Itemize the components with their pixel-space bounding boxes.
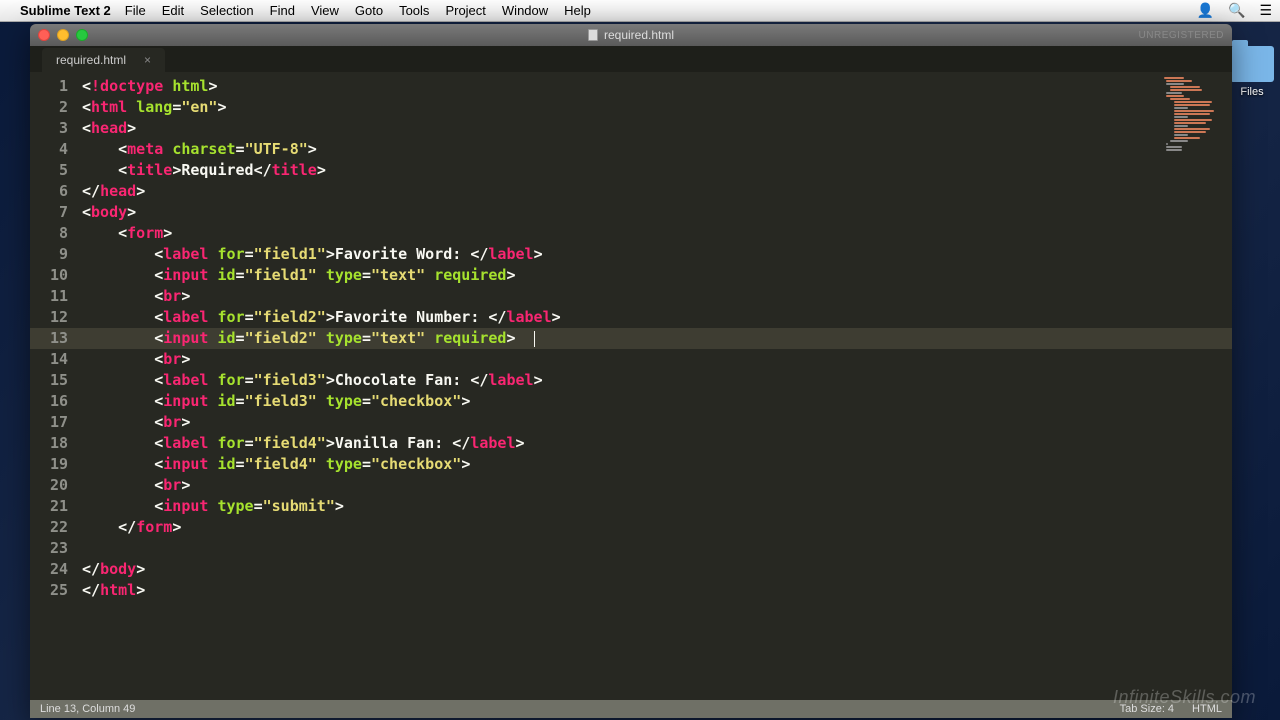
line-number: 4	[30, 139, 82, 160]
folder-label: Files	[1230, 86, 1274, 98]
line-number: 13	[30, 328, 82, 349]
code-line[interactable]: <meta charset="UTF-8">	[82, 139, 1232, 160]
menu-view[interactable]: View	[311, 3, 339, 18]
window-titlebar[interactable]: required.html UNREGISTERED	[30, 24, 1232, 46]
code-line[interactable]: <br>	[82, 412, 1232, 433]
folder-icon	[1230, 46, 1274, 82]
menu-edit[interactable]: Edit	[162, 3, 184, 18]
code-line[interactable]: </body>	[82, 559, 1232, 580]
menu-project[interactable]: Project	[445, 3, 485, 18]
spotlight-icon[interactable]: 🔍	[1228, 2, 1245, 19]
minimize-window-icon[interactable]	[57, 29, 69, 41]
tab-label: required.html	[56, 53, 126, 67]
menu-help[interactable]: Help	[564, 3, 591, 18]
line-number: 9	[30, 244, 82, 265]
notifications-icon[interactable]: ☰	[1259, 2, 1272, 19]
line-number: 15	[30, 370, 82, 391]
close-window-icon[interactable]	[38, 29, 50, 41]
line-number: 25	[30, 580, 82, 601]
line-number: 17	[30, 412, 82, 433]
line-number: 20	[30, 475, 82, 496]
app-name[interactable]: Sublime Text 2	[20, 3, 111, 18]
code-line[interactable]: <title>Required</title>	[82, 160, 1232, 181]
editor-window: required.html UNREGISTERED required.html…	[30, 24, 1232, 718]
code-line[interactable]: <!doctype html>	[82, 76, 1232, 97]
code-line[interactable]: <form>	[82, 223, 1232, 244]
code-line[interactable]: </form>	[82, 517, 1232, 538]
code-line[interactable]: <input id="field3" type="checkbox">	[82, 391, 1232, 412]
line-number: 2	[30, 97, 82, 118]
code-content[interactable]: <!doctype html><html lang="en"><head> <m…	[82, 72, 1232, 700]
line-number: 6	[30, 181, 82, 202]
line-number: 7	[30, 202, 82, 223]
code-line[interactable]: <br>	[82, 349, 1232, 370]
code-line[interactable]: <br>	[82, 286, 1232, 307]
line-number: 19	[30, 454, 82, 475]
code-line[interactable]: <input id="field2" type="text" required>	[82, 328, 1232, 349]
menu-selection[interactable]: Selection	[200, 3, 253, 18]
line-number: 21	[30, 496, 82, 517]
line-number: 16	[30, 391, 82, 412]
menu-tools[interactable]: Tools	[399, 3, 429, 18]
zoom-window-icon[interactable]	[76, 29, 88, 41]
line-gutter: 1234567891011121314151617181920212223242…	[30, 72, 82, 700]
line-number: 5	[30, 160, 82, 181]
user-icon[interactable]: 👤	[1197, 2, 1214, 19]
code-line[interactable]: </head>	[82, 181, 1232, 202]
menu-window[interactable]: Window	[502, 3, 548, 18]
line-number: 23	[30, 538, 82, 559]
code-line[interactable]: <head>	[82, 118, 1232, 139]
code-line[interactable]: <br>	[82, 475, 1232, 496]
code-line[interactable]: <html lang="en">	[82, 97, 1232, 118]
window-title: required.html	[604, 28, 674, 42]
minimap[interactable]	[1162, 76, 1222, 136]
code-line[interactable]: <input id="field1" type="text" required>	[82, 265, 1232, 286]
line-number: 10	[30, 265, 82, 286]
editor-area[interactable]: 1234567891011121314151617181920212223242…	[30, 72, 1232, 700]
code-line[interactable]: <input type="submit">	[82, 496, 1232, 517]
line-number: 24	[30, 559, 82, 580]
code-line[interactable]: <body>	[82, 202, 1232, 223]
tab-close-icon[interactable]: ×	[144, 53, 151, 67]
line-number: 1	[30, 76, 82, 97]
status-bar: Line 13, Column 49 Tab Size: 4 HTML	[30, 700, 1232, 718]
tab-bar: required.html ×	[30, 46, 1232, 72]
status-cursor-position: Line 13, Column 49	[40, 703, 135, 715]
code-line[interactable]: <label for="field3">Chocolate Fan: </lab…	[82, 370, 1232, 391]
line-number: 22	[30, 517, 82, 538]
desktop-folder-files[interactable]: Files	[1230, 46, 1274, 98]
line-number: 12	[30, 307, 82, 328]
file-icon	[588, 29, 598, 41]
code-line[interactable]: <label for="field2">Favorite Number: </l…	[82, 307, 1232, 328]
line-number: 18	[30, 433, 82, 454]
code-line[interactable]: <label for="field4">Vanilla Fan: </label…	[82, 433, 1232, 454]
line-number: 3	[30, 118, 82, 139]
code-line[interactable]: <input id="field4" type="checkbox">	[82, 454, 1232, 475]
code-line[interactable]: <label for="field1">Favorite Word: </lab…	[82, 244, 1232, 265]
menu-file[interactable]: File	[125, 3, 146, 18]
line-number: 14	[30, 349, 82, 370]
code-line[interactable]	[82, 538, 1232, 559]
watermark: InfiniteSkills.com	[1113, 687, 1256, 708]
tab-required-html[interactable]: required.html ×	[42, 48, 165, 72]
macos-menubar: Sublime Text 2 File Edit Selection Find …	[0, 0, 1280, 22]
line-number: 11	[30, 286, 82, 307]
line-number: 8	[30, 223, 82, 244]
menu-goto[interactable]: Goto	[355, 3, 383, 18]
unregistered-label: UNREGISTERED	[1139, 30, 1224, 41]
menu-find[interactable]: Find	[270, 3, 295, 18]
code-line[interactable]: </html>	[82, 580, 1232, 601]
